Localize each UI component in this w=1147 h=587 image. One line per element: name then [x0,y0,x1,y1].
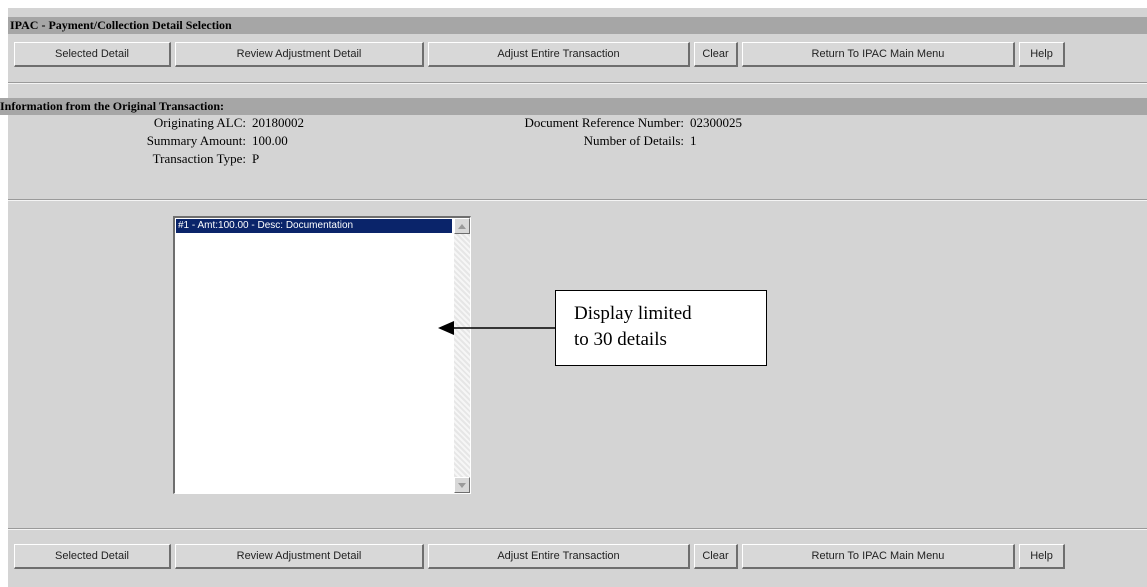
summary-amount-value: 100.00 [252,133,288,148]
help-button[interactable]: Help [1019,544,1065,569]
clear-button[interactable]: Clear [694,42,738,67]
adjust-entire-transaction-button[interactable]: Adjust Entire Transaction [428,544,690,569]
number-of-details-label: Number of Details: [583,133,684,148]
selected-detail-button[interactable]: Selected Detail [14,42,171,67]
arrow-up-icon [458,223,466,229]
return-main-menu-button[interactable]: Return To IPAC Main Menu [742,42,1015,67]
document-reference-number-value: 02300025 [690,115,742,130]
number-of-details-value: 1 [690,133,697,148]
transaction-type-label: Transaction Type: [152,151,246,166]
scroll-up-button[interactable] [454,218,470,234]
callout-line-1: Display limited [574,303,692,324]
scroll-down-button[interactable] [454,477,470,493]
arrow-down-icon [458,482,466,488]
transaction-type-value: P [252,151,260,166]
callout-box: Display limited to 30 details [555,290,767,366]
list-item[interactable]: #1 - Amt:100.00 - Desc: Documentation [176,219,452,233]
document-reference-number-label: Document Reference Number: [524,115,684,130]
originating-alc-label: Originating ALC: [153,115,246,130]
divider [8,82,1147,84]
return-main-menu-button[interactable]: Return To IPAC Main Menu [742,544,1015,569]
details-listbox[interactable]: #1 - Amt:100.00 - Desc: Documentation [173,216,471,494]
callout-arrow-icon [438,321,556,335]
adjust-entire-transaction-button[interactable]: Adjust Entire Transaction [428,42,690,67]
listbox-scrollbar[interactable] [454,218,470,493]
summary-amount-label: Summary Amount: [146,133,246,148]
originating-alc-value: 20180002 [252,115,304,130]
page-title: IPAC - Payment/Collection Detail Selecti… [8,17,1147,34]
review-adjustment-detail-button[interactable]: Review Adjustment Detail [175,544,424,569]
help-button[interactable]: Help [1019,42,1065,67]
page: IPAC - Payment/Collection Detail Selecti… [0,0,1147,587]
selected-detail-button[interactable]: Selected Detail [14,544,171,569]
section-heading: Information from the Original Transactio… [0,98,1147,115]
callout-line-2: to 30 details [574,329,667,350]
review-adjustment-detail-button[interactable]: Review Adjustment Detail [175,42,424,67]
divider [8,528,1147,530]
clear-button[interactable]: Clear [694,544,738,569]
divider [8,199,1147,201]
